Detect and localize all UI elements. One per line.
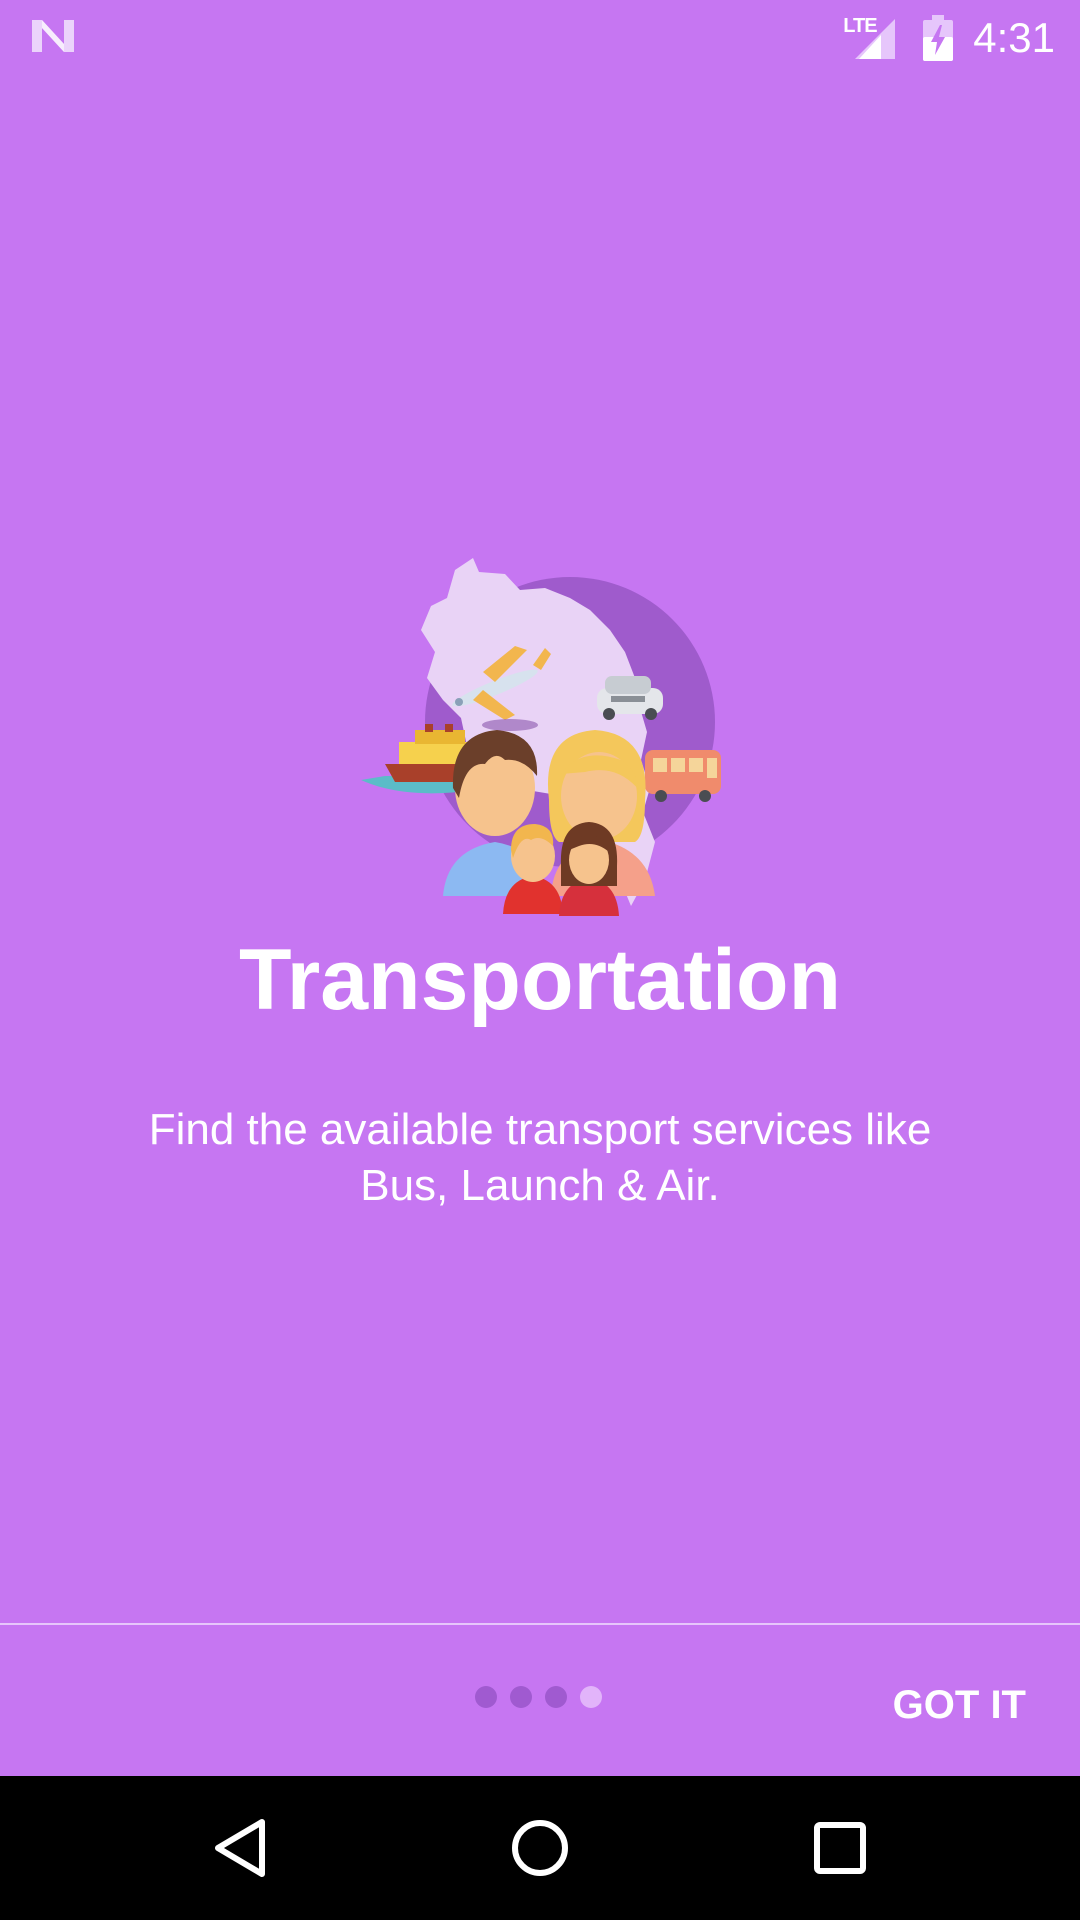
- status-icons: LTE 4:31: [843, 10, 1055, 65]
- home-icon: [512, 1820, 568, 1876]
- page-dot[interactable]: [475, 1686, 497, 1708]
- battery-charging-icon: [923, 14, 954, 61]
- page-description: Find the available transport services li…: [148, 1105, 932, 1210]
- navigation-bar: [0, 1776, 1080, 1920]
- back-icon: [215, 1819, 265, 1877]
- status-bar: LTE 4:31: [0, 0, 1080, 75]
- page-dot-active[interactable]: [580, 1686, 602, 1708]
- status-clock: 4:31: [973, 13, 1055, 61]
- page-dot[interactable]: [510, 1686, 532, 1708]
- back-button[interactable]: [198, 1806, 282, 1890]
- notification-n-icon: [32, 20, 74, 52]
- lte-signal-icon: LTE: [843, 15, 899, 61]
- transportation-illustration: [361, 558, 721, 916]
- page-dot[interactable]: [545, 1686, 567, 1708]
- page-indicator: [475, 1686, 602, 1708]
- recents-button[interactable]: [798, 1806, 882, 1890]
- bottom-divider: [0, 1623, 1080, 1625]
- got-it-button[interactable]: GOT IT: [883, 1680, 1036, 1730]
- home-button[interactable]: [498, 1806, 582, 1890]
- girl-figure-icon: [559, 822, 619, 916]
- onboarding-screen: LTE 4:31 Transportation Find the availab…: [0, 0, 1080, 1920]
- page-title: Transportation: [238, 932, 842, 1028]
- recents-icon: [814, 1822, 866, 1874]
